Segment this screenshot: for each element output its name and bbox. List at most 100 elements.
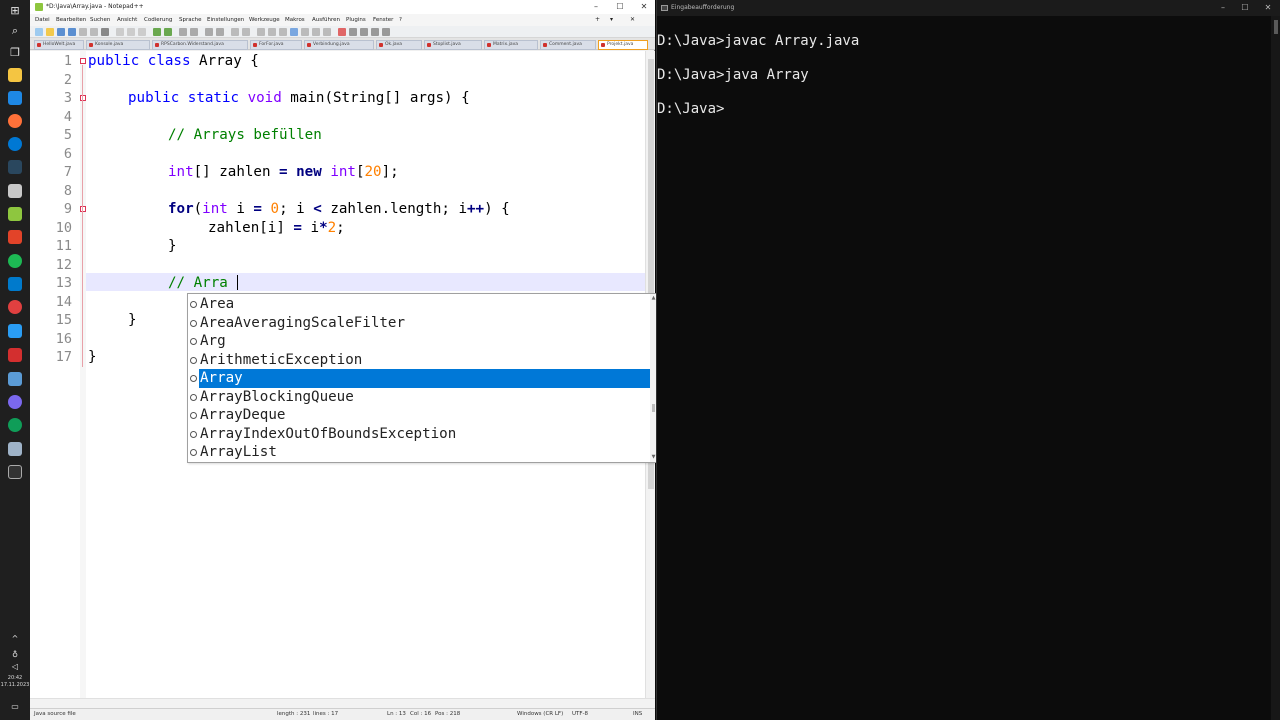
- title-bar[interactable]: Eingabeaufforderung – ☐ ✕: [657, 0, 1280, 16]
- firefox-icon[interactable]: [8, 114, 22, 128]
- menu-ansicht[interactable]: Ansicht: [117, 14, 137, 26]
- terminal-icon[interactable]: [8, 465, 22, 479]
- autocomplete-item[interactable]: ArrayList: [188, 443, 650, 462]
- minimize-button[interactable]: –: [1212, 0, 1234, 16]
- status-mode[interactable]: INS: [633, 709, 642, 720]
- app-icon-6[interactable]: [8, 395, 22, 409]
- zoom-out-icon[interactable]: [216, 28, 224, 36]
- title-bar[interactable]: *D:\Java\Array.java - Notepad++ – ☐ ✕: [30, 0, 655, 14]
- record-macro-icon[interactable]: [338, 28, 346, 36]
- menu-plus-icon[interactable]: +: [595, 14, 600, 26]
- tab-projekt[interactable]: Projekt.java: [598, 40, 648, 50]
- tab-verbindung[interactable]: Verbindung.java: [304, 40, 374, 50]
- menu-codierung[interactable]: Codierung: [144, 14, 172, 26]
- menu-werkzeuge[interactable]: Werkzeuge: [249, 14, 280, 26]
- word-wrap-icon[interactable]: [257, 28, 265, 36]
- clock[interactable]: 20:42 17.11.2023: [0, 675, 30, 689]
- replace-icon[interactable]: [190, 28, 198, 36]
- autocomplete-item[interactable]: AreaAveragingScaleFilter: [188, 314, 650, 333]
- fold-toggle-class[interactable]: [80, 58, 86, 64]
- status-eol[interactable]: Windows (CR LF): [517, 709, 563, 720]
- print-icon[interactable]: [101, 28, 109, 36]
- notification-icon[interactable]: ▭: [7, 700, 23, 714]
- maximize-button[interactable]: ☐: [1234, 0, 1256, 16]
- notepad-plus-plus-icon[interactable]: [8, 207, 22, 221]
- spotify-icon[interactable]: [8, 254, 22, 268]
- steam-icon[interactable]: [8, 160, 22, 174]
- autocomplete-item[interactable]: ArrayDeque: [188, 406, 650, 425]
- filezilla-icon[interactable]: [8, 348, 22, 362]
- close-all-icon[interactable]: [90, 28, 98, 36]
- lang-icon[interactable]: [290, 28, 298, 36]
- tab-forfor[interactable]: ForFor.java: [250, 40, 302, 50]
- fold-toggle-for[interactable]: [80, 206, 86, 212]
- close-button[interactable]: ✕: [633, 0, 655, 14]
- menu-einstellungen[interactable]: Einstellungen: [207, 14, 244, 26]
- menu-makros[interactable]: Makros: [285, 14, 305, 26]
- volume-icon[interactable]: ◁: [7, 660, 23, 674]
- app-icon-2[interactable]: [8, 230, 22, 244]
- autocomplete-item[interactable]: Arg: [188, 332, 650, 351]
- start-menu-icon[interactable]: ⊞: [7, 4, 23, 18]
- menu-fenster[interactable]: Fenster: [373, 14, 393, 26]
- paste-icon[interactable]: [138, 28, 146, 36]
- task-view-icon[interactable]: ❐: [7, 46, 23, 60]
- scrollbar-thumb[interactable]: [1274, 20, 1278, 34]
- stop-macro-icon[interactable]: [349, 28, 357, 36]
- menu-close-icon[interactable]: ✕: [630, 14, 635, 26]
- redo-icon[interactable]: [164, 28, 172, 36]
- store-icon[interactable]: [8, 91, 22, 105]
- menu-bearbeiten[interactable]: Bearbeiten: [56, 14, 86, 26]
- tab-stoplist[interactable]: Stoplist.java: [424, 40, 482, 50]
- autocomplete-item[interactable]: ArithmeticException: [188, 351, 650, 370]
- close-file-icon[interactable]: [79, 28, 87, 36]
- open-file-icon[interactable]: [46, 28, 54, 36]
- scrollbar-thumb[interactable]: [652, 404, 655, 412]
- app-icon-4[interactable]: [8, 324, 22, 338]
- tab-konsole[interactable]: Konsole.java: [86, 40, 150, 50]
- tab-comment[interactable]: Comment.java: [540, 40, 596, 50]
- save-icon[interactable]: [57, 28, 65, 36]
- command-prompt-window[interactable]: Eingabeaufforderung – ☐ ✕ D:\Java>javac …: [656, 0, 1280, 720]
- browser-icon[interactable]: [8, 137, 22, 151]
- autocomplete-item[interactable]: ArrayIndexOutOfBoundsException: [188, 425, 650, 444]
- run-macro-icon[interactable]: [371, 28, 379, 36]
- indent-guide-icon[interactable]: [279, 28, 287, 36]
- editor-horizontal-scrollbar[interactable]: [30, 698, 655, 708]
- search-icon[interactable]: ⌕: [7, 24, 23, 38]
- doc-map-icon[interactable]: [301, 28, 309, 36]
- tab-rpscarbon[interactable]: RPSCarbon.Widerstand.java: [152, 40, 248, 50]
- status-encoding[interactable]: UTF-8: [572, 709, 588, 720]
- minimize-button[interactable]: –: [585, 0, 607, 14]
- app-icon-3[interactable]: [8, 300, 22, 314]
- app-icon-7[interactable]: [8, 442, 22, 456]
- save-macro-icon[interactable]: [382, 28, 390, 36]
- zoom-in-icon[interactable]: [205, 28, 213, 36]
- sync-h-icon[interactable]: [242, 28, 250, 36]
- fold-toggle-method[interactable]: [80, 95, 86, 101]
- show-all-icon[interactable]: [268, 28, 276, 36]
- menu-sprache[interactable]: Sprache: [179, 14, 202, 26]
- tab-matrix[interactable]: Matrix.java: [484, 40, 538, 50]
- autocomplete-item[interactable]: ArrayBlockingQueue: [188, 388, 650, 407]
- save-all-icon[interactable]: [68, 28, 76, 36]
- autocomplete-item-selected[interactable]: Array: [188, 369, 650, 388]
- app-icon[interactable]: [8, 184, 22, 198]
- new-file-icon[interactable]: [35, 28, 43, 36]
- maximize-button[interactable]: ☐: [609, 0, 631, 14]
- function-list-icon[interactable]: [312, 28, 320, 36]
- menu-help[interactable]: ?: [399, 14, 402, 26]
- menu-plugins[interactable]: Plugins: [346, 14, 366, 26]
- console-scrollbar[interactable]: [1271, 16, 1280, 720]
- autocomplete-item[interactable]: Area: [188, 295, 650, 314]
- menu-dropdown-icon[interactable]: ▾: [610, 14, 613, 26]
- menu-ausfuehren[interactable]: Ausführen: [312, 14, 340, 26]
- copy-icon[interactable]: [127, 28, 135, 36]
- app-icon-5[interactable]: [8, 372, 22, 386]
- file-explorer-icon[interactable]: [8, 68, 22, 82]
- tab-ok[interactable]: Ok.java: [376, 40, 422, 50]
- chevron-up-icon[interactable]: ^: [7, 632, 23, 646]
- cut-icon[interactable]: [116, 28, 124, 36]
- find-icon[interactable]: [179, 28, 187, 36]
- edge-icon[interactable]: [8, 418, 22, 432]
